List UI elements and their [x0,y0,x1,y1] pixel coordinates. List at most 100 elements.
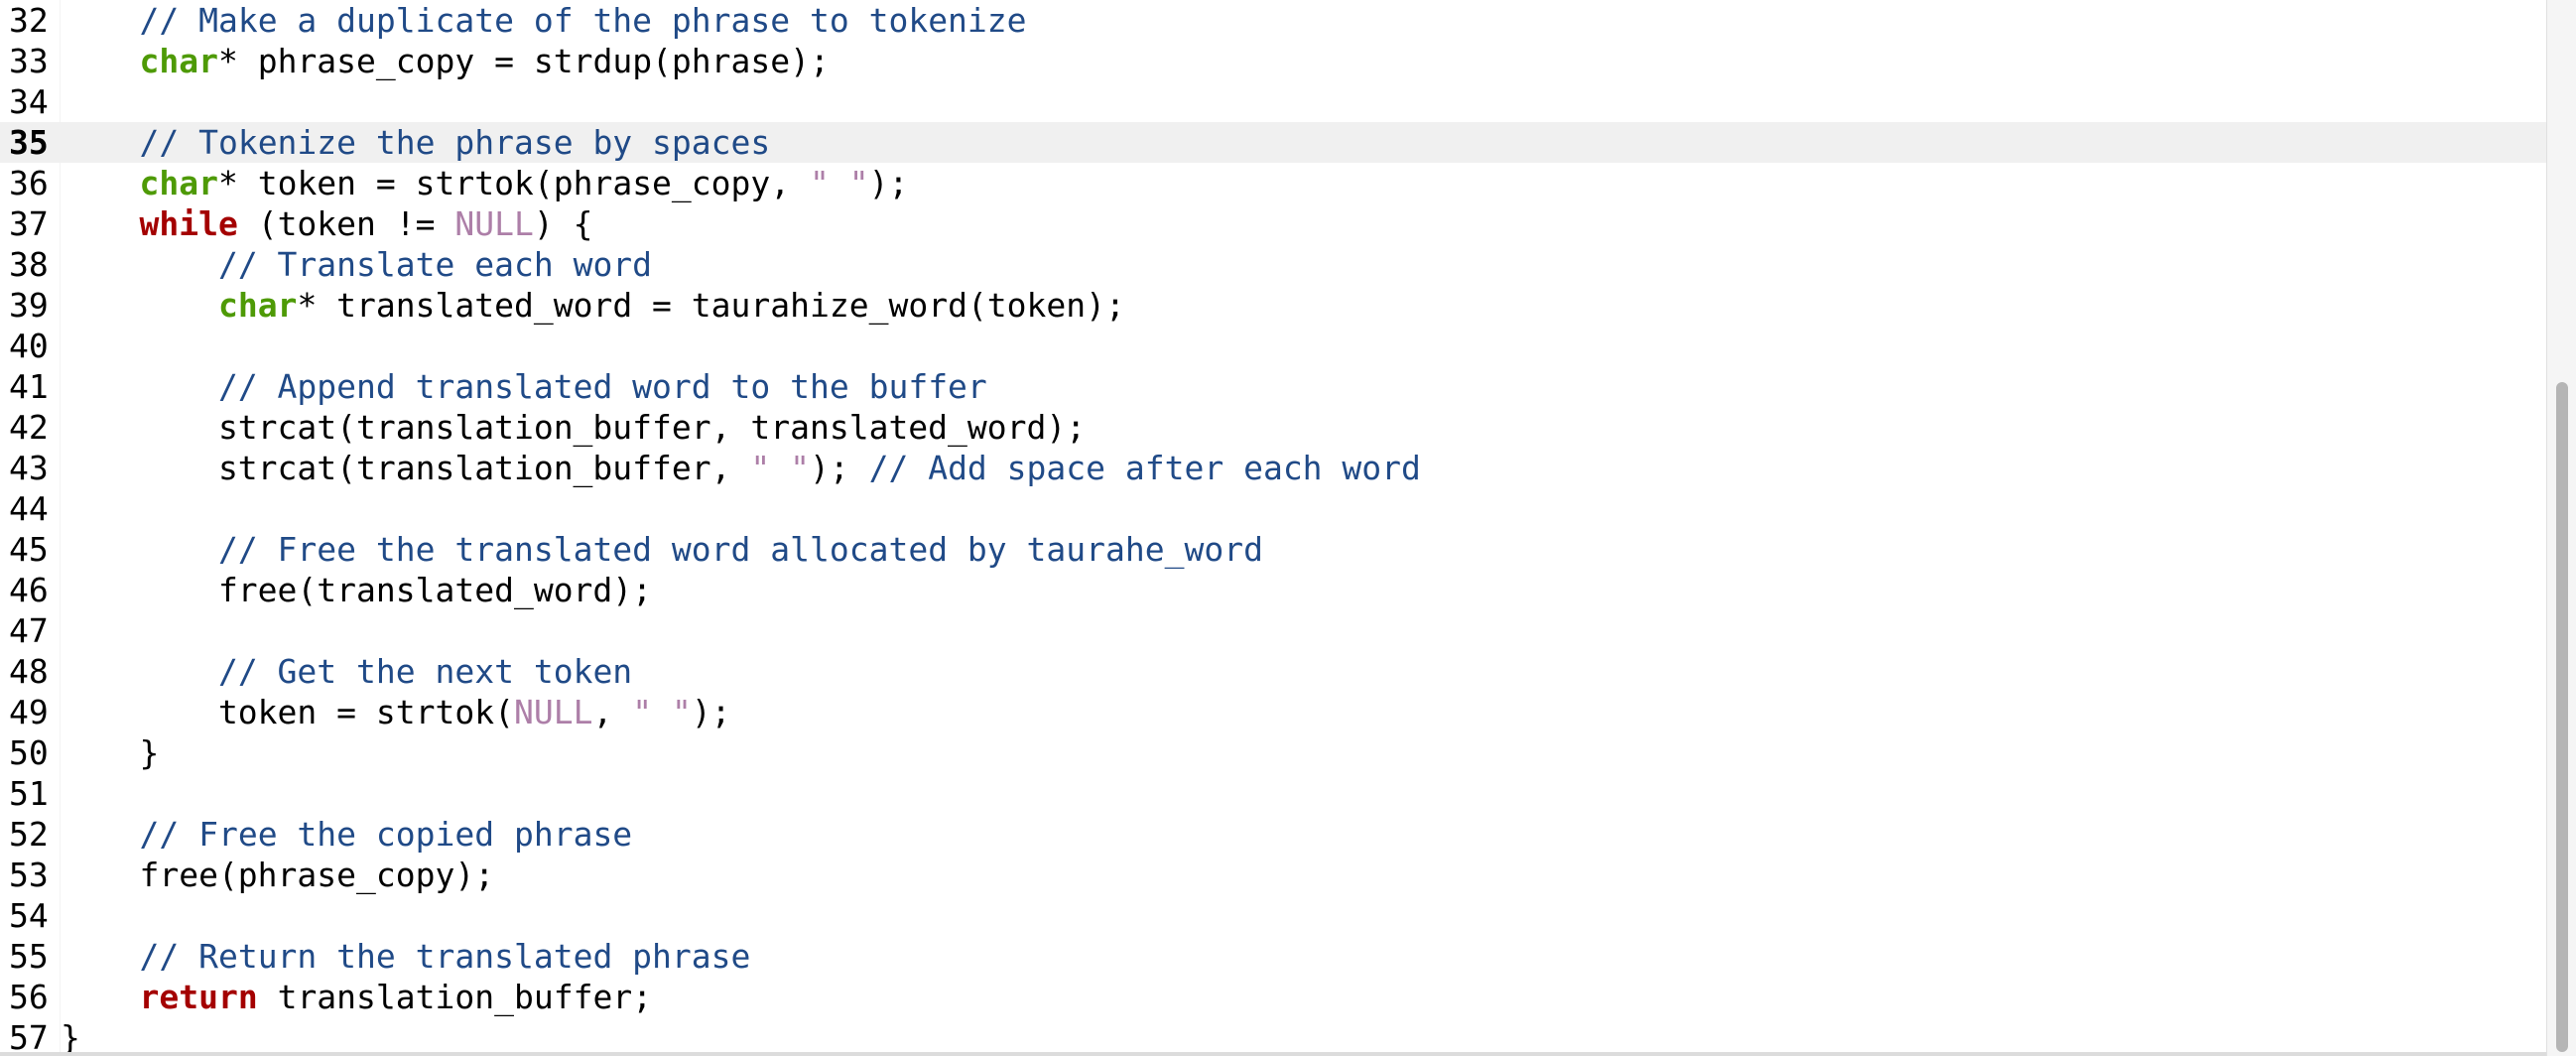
line-code[interactable]: free(phrase_copy); [61,855,494,895]
code-token: char [139,42,218,80]
code-token: } [61,733,160,772]
line-code[interactable]: free(translated_word); [61,570,652,610]
line-number: 56 [9,978,49,1016]
code-line[interactable]: 44 [0,488,2546,529]
code-token: // Free the translated word allocated by… [217,530,1263,569]
line-code[interactable]: } [61,732,159,773]
code-line[interactable]: 36 char* token = strtok(phrase_copy, " "… [0,163,2546,203]
line-number: 39 [9,286,49,325]
line-number: 53 [9,856,49,894]
line-code[interactable]: // Append translated word to the buffer [61,366,987,407]
code-line[interactable]: 33 char* phrase_copy = strdup(phrase); [0,41,2546,81]
line-number: 54 [9,896,49,935]
code-token: // Free the copied phrase [139,815,633,854]
code-line[interactable]: 56 return translation_buffer; [0,977,2546,1017]
code-token: char [139,164,218,202]
line-code[interactable]: // Free the copied phrase [61,814,632,855]
line-code[interactable]: char* token = strtok(phrase_copy, " "); [61,163,908,203]
code-line[interactable]: 46 free(translated_word); [0,570,2546,610]
code-token: NULL [454,204,534,243]
code-line[interactable]: 35 // Tokenize the phrase by spaces [0,122,2546,163]
line-number: 33 [9,42,49,80]
code-token: token = strtok( [61,693,514,731]
code-token: , [592,693,633,731]
line-code[interactable]: } [61,1017,80,1056]
code-line[interactable]: 57} [0,1017,2546,1056]
code-line[interactable]: 50 } [0,732,2546,773]
code-line[interactable]: 32 // Make a duplicate of the phrase to … [0,0,2546,41]
line-code[interactable]: // Return the translated phrase [61,936,750,977]
line-number: 48 [9,652,49,691]
line-number: 45 [9,530,49,569]
line-number: 34 [9,82,49,121]
code-token: // Tokenize the phrase by spaces [139,123,771,162]
code-line[interactable]: 43 strcat(translation_buffer, " "); // A… [0,448,2546,488]
line-code[interactable]: return translation_buffer; [61,977,652,1017]
code-token: " " [810,164,869,202]
code-token: * translated_word = taurahize_word(token… [297,286,1125,325]
code-token: while [139,204,238,243]
line-code[interactable]: char* translated_word = taurahize_word(t… [61,285,1125,326]
code-line[interactable]: 40 [0,326,2546,366]
line-number: 51 [9,774,49,813]
code-token: // Translate each word [217,245,653,284]
code-token: // Make a duplicate of the phrase to tok… [139,1,1027,40]
editor-bottom-border [0,1052,2546,1056]
line-code[interactable]: // Get the next token [61,651,632,692]
code-line[interactable]: 39 char* translated_word = taurahize_wor… [0,285,2546,326]
line-number: 36 [9,164,49,202]
code-line[interactable]: 34 [0,81,2546,122]
line-code[interactable]: // Tokenize the phrase by spaces [61,122,770,163]
vertical-scrollbar[interactable] [2546,0,2576,1056]
code-token: * phrase_copy = strdup(phrase); [217,42,830,80]
code-token: // Return the translated phrase [139,937,751,976]
code-token: ); [868,164,909,202]
code-line[interactable]: 52 // Free the copied phrase [0,814,2546,855]
line-code[interactable]: strcat(translation_buffer, translated_wo… [61,407,1086,448]
code-line[interactable]: 38 // Translate each word [0,244,2546,285]
line-number: 40 [9,327,49,365]
code-line[interactable]: 55 // Return the translated phrase [0,936,2546,977]
line-number: 57 [9,1018,49,1056]
line-code[interactable]: // Make a duplicate of the phrase to tok… [61,0,1027,41]
code-line[interactable]: 49 token = strtok(NULL, " "); [0,692,2546,732]
line-code[interactable]: // Translate each word [61,244,652,285]
code-token: * token = strtok(phrase_copy, [217,164,810,202]
code-token: " " [632,693,692,731]
code-token: (token != [237,204,455,243]
code-line[interactable]: 53 free(phrase_copy); [0,855,2546,895]
line-code[interactable]: while (token != NULL) { [61,203,592,244]
code-token: ); [809,449,869,487]
code-token: free(translated_word); [61,571,653,609]
code-line[interactable]: 41 // Append translated word to the buff… [0,366,2546,407]
code-line[interactable]: 45 // Free the translated word allocated… [0,529,2546,570]
code-line[interactable]: 42 strcat(translation_buffer, translated… [0,407,2546,448]
line-code[interactable]: char* phrase_copy = strdup(phrase); [61,41,830,81]
line-code[interactable]: // Free the translated word allocated by… [61,529,1263,570]
code-line[interactable]: 47 [0,610,2546,651]
code-token: " " [750,449,810,487]
code-token: // Get the next token [217,652,633,691]
code-line[interactable]: 37 while (token != NULL) { [0,203,2546,244]
line-code[interactable]: strcat(translation_buffer, " "); // Add … [61,448,1421,488]
code-line[interactable]: 51 [0,773,2546,814]
line-number: 43 [9,449,49,487]
code-editor[interactable]: 32 // Make a duplicate of the phrase to … [0,0,2576,1056]
code-line[interactable]: 54 [0,895,2546,936]
code-token: char [217,286,298,325]
code-token: return [139,978,258,1016]
code-token: free(phrase_copy); [61,856,495,894]
line-number: 42 [9,408,49,447]
code-token: strcat(translation_buffer, translated_wo… [61,408,1087,447]
code-line[interactable]: 48 // Get the next token [0,651,2546,692]
line-code[interactable]: token = strtok(NULL, " "); [61,692,731,732]
scrollbar-thumb[interactable] [2556,382,2568,1052]
